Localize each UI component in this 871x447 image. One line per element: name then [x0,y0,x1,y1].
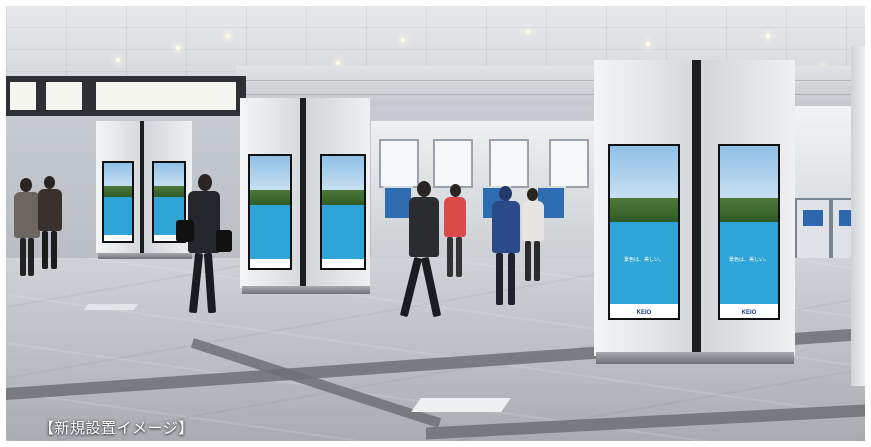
floor-arrow-marking [411,398,511,412]
overhead-sign [6,76,246,116]
screen-mountain [250,189,290,206]
pedestrian-head [198,174,212,191]
pedestrian-leg [525,241,531,281]
ceiling-light [646,42,650,46]
pedestrian-leg [508,253,515,305]
screen-mountain [104,186,132,198]
ceiling-light [116,58,120,62]
screen-lake [104,197,132,235]
pedestrian-leg [20,238,26,276]
digital-signage-pillar [240,98,374,298]
pillar-edge [692,60,701,364]
keio-logo: KEIO [636,310,652,317]
pedestrian [488,186,524,308]
ceiling-light [176,46,180,50]
pedestrian-leg [420,256,442,318]
ticket-window [489,139,529,188]
signage-screen [248,154,292,270]
pedestrian [442,184,468,279]
ticket-window [549,139,589,188]
pillar-base [242,286,370,294]
screen-footer [104,234,132,241]
pedestrian-body [444,197,466,237]
pedestrian-head [527,188,538,201]
pedestrian-body [409,197,439,257]
handbag [176,220,194,242]
pedestrian-leg [203,252,217,314]
floor-arrow-marking [83,304,139,310]
signage-screen [102,161,134,243]
screen-mountain [720,197,778,222]
pedestrian-leg [399,256,423,318]
ceiling-light [526,30,530,34]
keio-logo: KEIO [741,310,757,317]
screen-footer [250,259,290,268]
ceiling-light [226,34,230,38]
pedestrian-head [499,186,512,201]
pedestrian-leg [456,237,462,277]
pedestrian-leg [188,252,204,314]
screen-mountain [610,197,678,222]
screen-message: 景色は、美しい。 [623,257,664,264]
sign-panel [46,82,82,110]
screen-footer [322,259,364,268]
pedestrian-leg [42,231,48,269]
pedestrian-body [522,201,544,241]
digital-signage-pillar: 景色は、美しい。 KEIO 景色は、美しい。 KEIO [594,60,800,370]
pedestrian-leg [534,241,540,281]
pedestrian [36,176,64,271]
ticket-machine [795,198,831,262]
pedestrian-leg [51,231,57,269]
pedestrian-body [492,201,520,253]
pedestrian-leg [28,238,34,276]
machine-screen [803,210,823,226]
pedestrian [520,188,546,284]
signage-screen: 景色は、美しい。 KEIO [718,144,780,320]
signage-screen [320,154,366,270]
screen-message: 景色は、美しい。 [728,257,769,264]
pedestrian [176,174,232,316]
sign-panel [96,82,236,110]
pillar-base [596,352,794,364]
handbag [216,230,232,252]
ceiling-light [401,38,405,42]
ceiling-light [336,61,340,65]
screen-lake [322,205,364,260]
structural-column [851,46,865,386]
ceiling-light [766,34,770,38]
pedestrian-leg [496,253,503,305]
sign-panel [10,82,36,110]
pedestrian-head [20,178,32,192]
pedestrian-head [450,184,461,197]
pedestrian-head [44,176,55,189]
photo-frame: 景色は、美しい。 KEIO 景色は、美しい。 KEIO 【新規設置イメージ】 [0,0,871,447]
pedestrian-body [38,189,62,231]
pedestrian-leg [447,237,453,277]
signage-screen: 景色は、美しい。 KEIO [608,144,680,320]
pedestrian-head [417,181,431,197]
station-concourse-photo: 景色は、美しい。 KEIO 景色は、美しい。 KEIO 【新規設置イメージ】 [6,6,865,441]
screen-lake [250,205,290,260]
image-caption: 【新規設置イメージ】 [39,419,194,437]
screen-mountain [322,189,364,206]
